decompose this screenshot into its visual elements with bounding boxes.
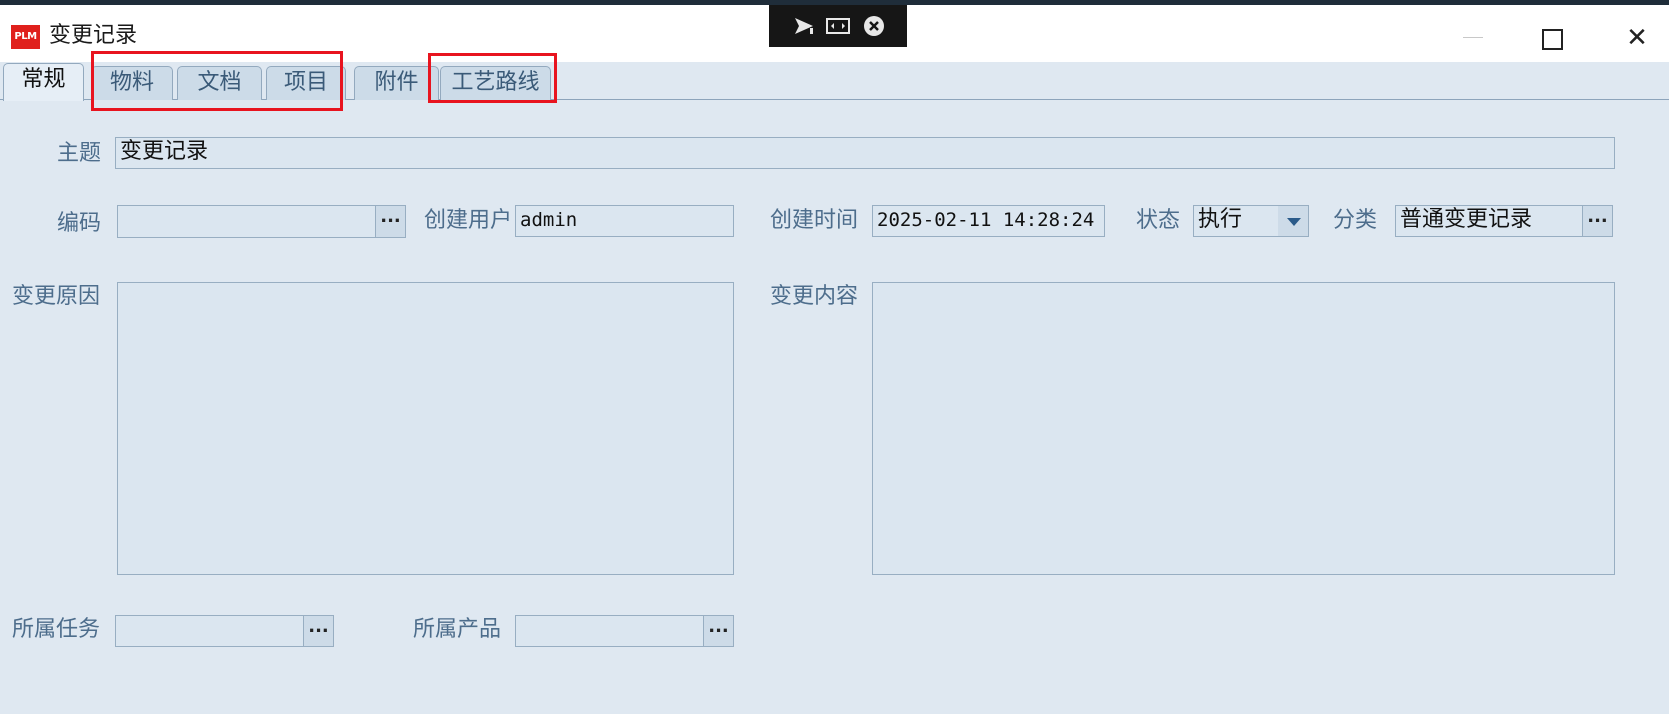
category-label: 分类: [1333, 208, 1378, 233]
remote-control-bar: [769, 5, 907, 47]
close-button[interactable]: ✕: [1622, 23, 1652, 53]
creator-label: 创建用户: [424, 208, 513, 233]
category-field[interactable]: 普通变更记录 ...: [1395, 205, 1613, 237]
tab-project[interactable]: 项目: [266, 66, 346, 100]
tab-process-route[interactable]: 工艺路线: [440, 66, 551, 100]
minimize-button[interactable]: [1455, 27, 1495, 57]
product-label: 所属产品: [413, 617, 502, 642]
subject-field[interactable]: 变更记录: [115, 137, 1615, 169]
content-textarea[interactable]: [872, 282, 1615, 575]
close-circle-icon[interactable]: [861, 13, 887, 39]
status-select[interactable]: 执行: [1193, 205, 1309, 237]
product-browse-button[interactable]: ...: [703, 616, 733, 646]
category-browse-button[interactable]: ...: [1582, 206, 1612, 236]
window-title: 变更记录: [49, 23, 138, 48]
send-arrow-icon[interactable]: [791, 13, 817, 39]
reason-label: 变更原因: [12, 284, 101, 309]
chevron-down-icon[interactable]: [1278, 206, 1308, 236]
code-label: 编码: [57, 211, 102, 236]
tab-attachment[interactable]: 附件: [354, 66, 439, 100]
subject-label: 主题: [57, 141, 102, 166]
plm-logo-icon: PLM: [11, 25, 40, 49]
created-time-field[interactable]: 2025-02-11 14:28:24: [872, 205, 1105, 237]
reason-textarea[interactable]: [117, 282, 734, 575]
task-browse-button[interactable]: ...: [303, 616, 333, 646]
content-label: 变更内容: [770, 284, 859, 309]
creator-field[interactable]: admin: [515, 205, 734, 237]
task-field[interactable]: ...: [115, 615, 334, 647]
maximize-button[interactable]: [1535, 25, 1565, 55]
product-field[interactable]: ...: [515, 615, 734, 647]
code-browse-button[interactable]: ...: [375, 206, 405, 237]
code-field[interactable]: ...: [117, 205, 406, 238]
category-value: 普通变更记录: [1400, 207, 1533, 232]
tab-material[interactable]: 物料: [91, 66, 173, 100]
created-time-label: 创建时间: [770, 208, 859, 233]
resize-icon[interactable]: [825, 13, 851, 39]
status-value: 执行: [1198, 207, 1243, 232]
tab-document[interactable]: 文档: [177, 66, 262, 100]
tab-bar: 常规 物料 文档 项目 附件 工艺路线: [0, 62, 1669, 101]
task-label: 所属任务: [12, 617, 101, 642]
status-label: 状态: [1136, 208, 1181, 233]
tab-general[interactable]: 常规: [3, 63, 84, 101]
